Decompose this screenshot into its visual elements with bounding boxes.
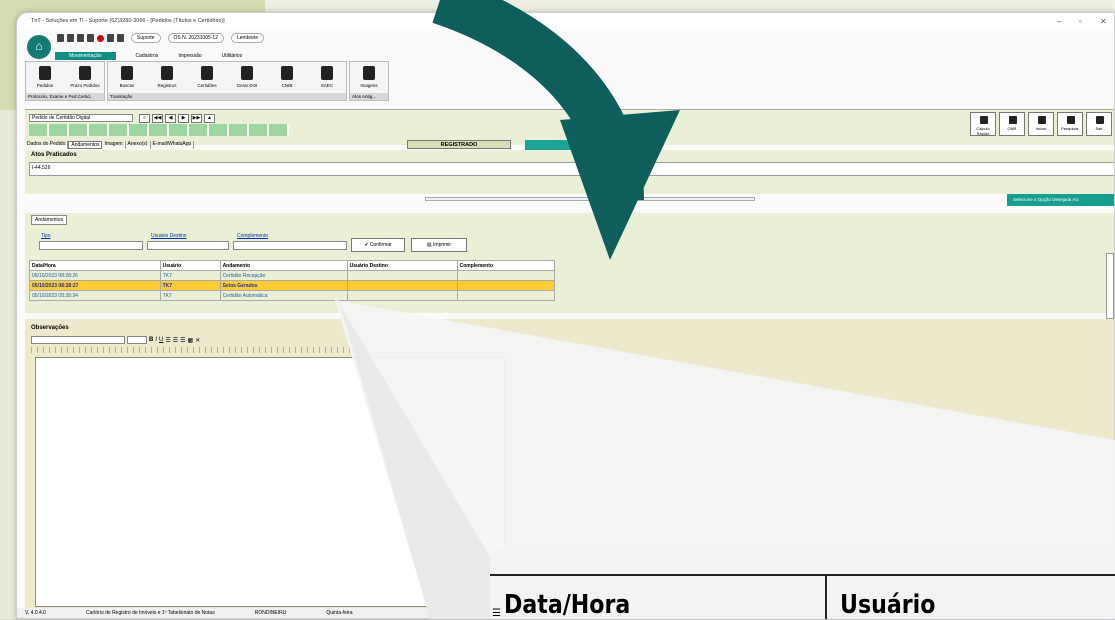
zoom-line — [490, 574, 1115, 576]
zoom-col-usuario: Usuário — [840, 590, 936, 620]
zoom-overlay — [335, 0, 1115, 619]
zoomed-table-header: ☰ Data/Hora Usuário — [490, 548, 1115, 620]
zoom-column-separator — [825, 576, 827, 619]
zoom-grip-icon: ☰ — [492, 608, 501, 619]
zoom-col-data-hora: Data/Hora — [504, 590, 631, 620]
arrow-head-icon — [560, 110, 680, 260]
